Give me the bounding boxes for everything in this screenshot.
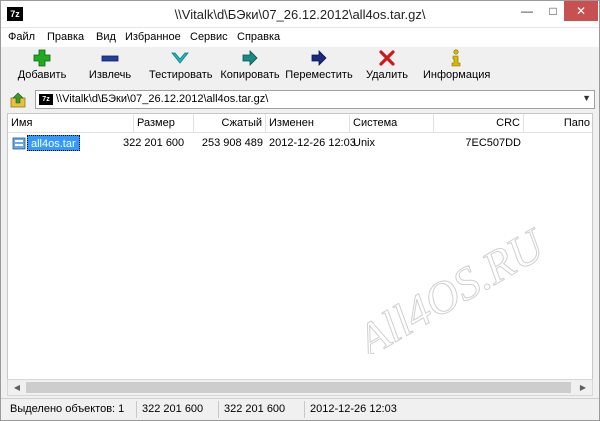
add-button[interactable]: Добавить [15,49,69,85]
menu-edit[interactable]: Правка [47,31,84,43]
menu-file[interactable]: Файл [8,31,35,43]
column-crc[interactable]: CRC [434,114,524,133]
minimize-button[interactable]: — [514,1,540,21]
scroll-thumb[interactable] [26,382,571,393]
copy-arrow-icon [242,50,258,66]
menu-bar: Файл Правка Вид Избранное Сервис Справка [1,28,599,47]
toolbar: Добавить Извлечь Тестировать Копировать … [1,47,599,87]
menu-tools[interactable]: Сервис [190,31,228,43]
table-row-modified: 2012-12-26 12:03 [269,137,356,149]
column-modified[interactable]: Изменен [266,114,350,133]
watermark-text: All4OS.RU [346,218,555,354]
menu-view[interactable]: Вид [96,31,116,43]
archive-icon: 7z [39,94,53,105]
test-button[interactable]: Тестировать [149,49,213,85]
file-list[interactable]: Имя Размер Сжатый Изменен Система CRC Па… [7,113,593,393]
checkmark-icon [171,52,189,64]
menu-favorites[interactable]: Избранное [125,31,181,43]
file-archive-icon [12,137,26,150]
menu-help[interactable]: Справка [237,31,280,43]
scroll-left-icon[interactable]: ◀ [10,381,24,395]
app-window: 7z \\Vitalk\d\БЭки\07_26.12.2012\all4os.… [0,0,600,421]
column-size[interactable]: Размер [134,114,194,133]
folder-up-icon[interactable] [9,91,29,109]
copy-label: Копировать [220,69,280,81]
extract-button[interactable]: Извлечь [85,49,135,85]
table-row-name[interactable]: all4os.tar [27,135,80,151]
address-input[interactable]: 7z \\Vitalk\d\БЭки\07_26.12.2012\all4os.… [35,90,595,109]
table-row-size: 322 201 600 [123,137,185,149]
status-packed: 322 201 600 [221,401,305,418]
extract-label: Извлечь [88,69,132,81]
close-button[interactable]: ✕ [564,1,598,21]
table-row-system: Unix [353,137,376,149]
app-icon: 7z [7,7,23,21]
window-title: \\Vitalk\d\БЭки\07_26.12.2012\all4os.tar… [174,7,426,22]
info-icon [451,49,461,67]
move-label: Переместить [285,69,353,81]
table-row-crc: 7EC507DD [465,137,521,149]
plus-icon [33,49,51,67]
test-label: Тестировать [149,69,213,81]
status-selected: Выделено объектов: 1 [7,401,137,418]
delete-x-icon [379,50,395,66]
horizontal-scrollbar[interactable]: ◀ ▶ [7,379,593,396]
scroll-right-icon[interactable]: ▶ [576,381,590,395]
delete-button[interactable]: Удалить [365,49,409,85]
maximize-button[interactable]: □ [540,1,566,21]
move-button[interactable]: Переместить [285,49,353,85]
column-system[interactable]: Система [350,114,434,133]
add-label: Добавить [17,69,67,81]
table-row-packed: 253 908 489 [201,137,263,149]
address-bar: 7z \\Vitalk\d\БЭки\07_26.12.2012\all4os.… [1,89,599,111]
status-size: 322 201 600 [139,401,219,418]
status-modified: 2012-12-26 12:03 [310,403,397,415]
info-button[interactable]: Информация [423,49,491,85]
column-packed[interactable]: Сжатый [194,114,266,133]
minus-icon [101,55,119,62]
watermark: All4OS.RU [345,217,555,354]
chevron-down-icon[interactable]: ▼ [582,93,591,103]
move-arrow-icon [311,50,327,66]
column-name[interactable]: Имя [8,114,134,133]
status-bar: Выделено объектов: 1 322 201 600 322 201… [1,398,599,420]
title-bar[interactable]: 7z \\Vitalk\d\БЭки\07_26.12.2012\all4os.… [1,1,599,28]
copy-button[interactable]: Копировать [219,49,281,85]
delete-label: Удалить [366,69,408,81]
column-folders[interactable]: Папо [524,114,592,133]
info-label: Информация [423,69,491,81]
address-path: \\Vitalk\d\БЭки\07_26.12.2012\all4os.tar… [56,93,269,105]
